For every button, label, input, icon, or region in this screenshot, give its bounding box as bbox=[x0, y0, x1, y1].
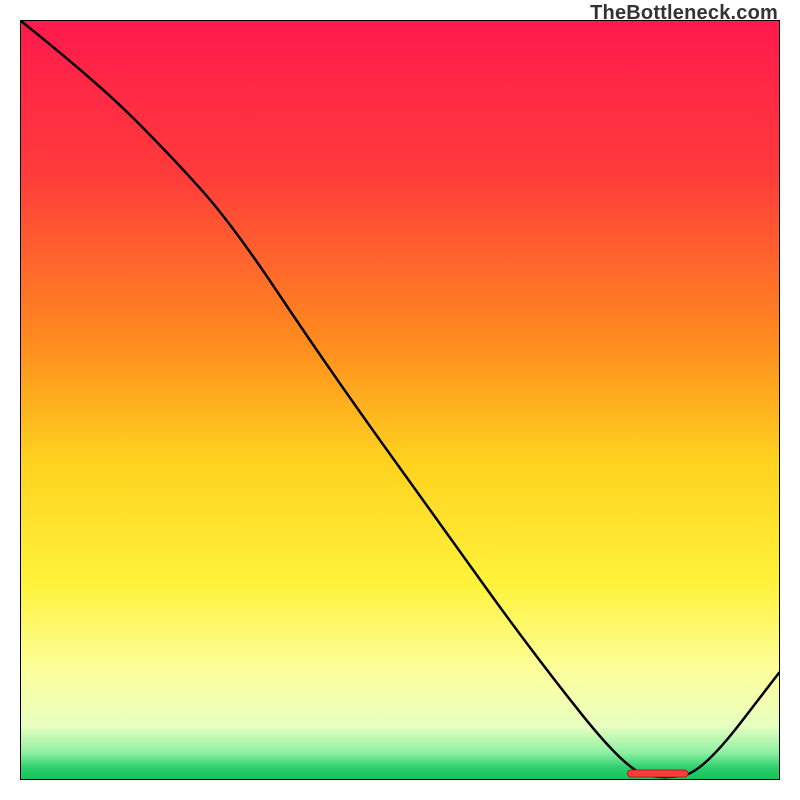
watermark-text: TheBottleneck.com bbox=[590, 2, 778, 25]
chart-frame bbox=[20, 20, 780, 780]
optimal-range-marker bbox=[627, 770, 688, 777]
chart-background-gradient bbox=[21, 21, 779, 779]
chart-svg bbox=[21, 21, 779, 779]
